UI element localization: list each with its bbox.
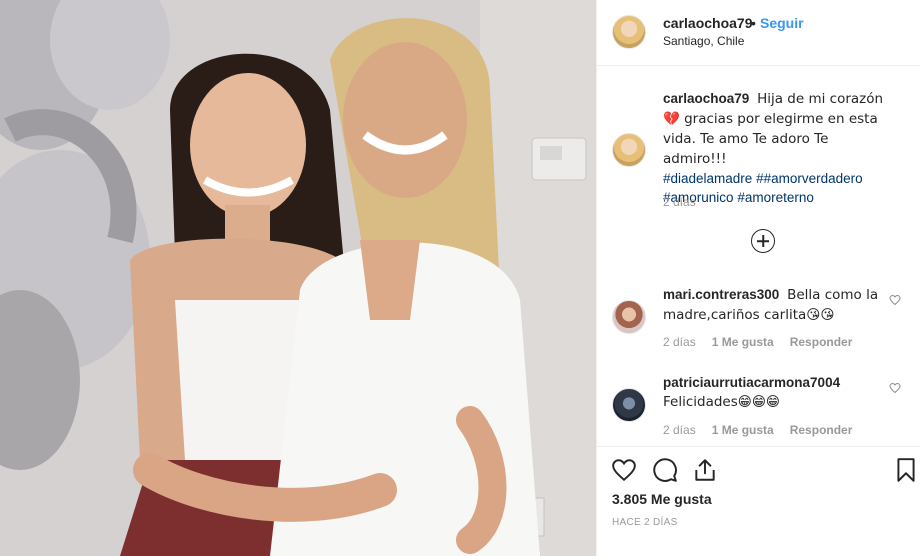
caption-username[interactable]: carlaochoa79 bbox=[663, 91, 749, 106]
hashtag-link[interactable]: #diadelamadre bbox=[663, 171, 752, 186]
hashtag-link[interactable]: ##amorverdadero bbox=[756, 171, 863, 186]
comment-time[interactable]: 2 días bbox=[663, 335, 696, 349]
comment-meta: 2 días 1 Me gusta Responder bbox=[663, 335, 852, 349]
post-photo[interactable] bbox=[0, 0, 596, 556]
post-timestamp[interactable]: HACE 2 DÍAS bbox=[612, 517, 678, 528]
comment-like-heart-icon[interactable] bbox=[889, 382, 901, 394]
heart-outline-icon[interactable] bbox=[611, 457, 637, 483]
comment-item: mari.contreras300 Bella como la madre,ca… bbox=[663, 285, 881, 325]
reply-button[interactable]: Responder bbox=[790, 335, 853, 349]
comment-likes[interactable]: 1 Me gusta bbox=[712, 423, 774, 437]
bookmark-icon[interactable] bbox=[893, 457, 919, 483]
post-header: carlaochoa79 • Seguir Santiago, Chile bbox=[597, 0, 920, 66]
comment-item: patriciaurrutiacarmona7004 Felicidades😁😁… bbox=[663, 373, 881, 412]
post-location[interactable]: Santiago, Chile bbox=[663, 34, 744, 48]
header-separator: • bbox=[751, 15, 756, 31]
load-more-comments-button[interactable] bbox=[751, 229, 775, 253]
author-username[interactable]: carlaochoa79 bbox=[663, 15, 753, 31]
hashtag-link[interactable]: #amoreterno bbox=[737, 190, 814, 205]
commenter-avatar[interactable] bbox=[612, 388, 646, 422]
caption-meta: 2 días bbox=[663, 195, 696, 209]
caption-avatar[interactable] bbox=[612, 133, 646, 167]
comment-like-heart-icon[interactable] bbox=[889, 294, 901, 306]
caption-time[interactable]: 2 días bbox=[663, 195, 696, 209]
action-bar: 3.805 Me gusta HACE 2 DÍAS bbox=[597, 446, 920, 556]
comment-meta: 2 días 1 Me gusta Responder bbox=[663, 423, 852, 437]
reply-button[interactable]: Responder bbox=[790, 423, 853, 437]
comment-username[interactable]: patriciaurrutiacarmona7004 bbox=[663, 375, 840, 390]
speech-bubble-icon[interactable] bbox=[652, 457, 678, 483]
post-side-panel: carlaochoa79 • Seguir Santiago, Chile ca… bbox=[596, 0, 920, 556]
comment-text: Felicidades😁😁😁 bbox=[663, 394, 780, 410]
share-arrow-icon[interactable] bbox=[692, 457, 718, 483]
post-photo-illustration bbox=[0, 0, 596, 556]
author-avatar[interactable] bbox=[612, 15, 646, 49]
comment-time[interactable]: 2 días bbox=[663, 423, 696, 437]
comment-username[interactable]: mari.contreras300 bbox=[663, 287, 779, 302]
likes-count[interactable]: 3.805 Me gusta bbox=[612, 491, 712, 507]
follow-button[interactable]: Seguir bbox=[760, 15, 804, 31]
comment-likes[interactable]: 1 Me gusta bbox=[712, 335, 774, 349]
caption: carlaochoa79 Hija de mi corazón 💔 gracia… bbox=[663, 89, 889, 207]
commenter-avatar[interactable] bbox=[612, 300, 646, 334]
